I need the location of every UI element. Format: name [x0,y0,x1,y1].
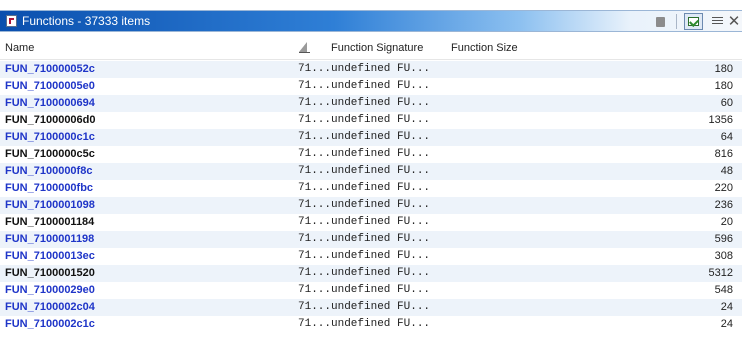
table-row[interactable]: FUN_7100001184 71... undefined FU... 20 [0,214,742,231]
table-row[interactable]: FUN_7100000694 71... undefined FU... 60 [0,95,742,112]
function-size: 308 [714,250,733,262]
function-name[interactable]: FUN_7100000694 [5,97,95,109]
table-row[interactable]: FUN_71000029e0 71... undefined FU... 548 [0,282,742,299]
function-name[interactable]: FUN_7100000c1c [5,131,95,143]
function-name[interactable]: FUN_7100001098 [5,199,95,211]
column-header-signature[interactable]: Function Signature [331,42,423,54]
function-address: 71... [298,165,332,177]
function-address: 71... [298,80,332,92]
function-name[interactable]: FUN_710000052c [5,63,95,75]
window-title: Functions - 37333 items [22,14,151,28]
function-name[interactable]: FUN_71000006d0 [5,114,96,126]
function-signature: undefined FU... [331,114,431,126]
function-size: 596 [714,233,733,245]
title-bar: Functions - 37333 items ✕ [0,10,742,32]
function-name[interactable]: FUN_7100002c1c [5,318,95,330]
function-name[interactable]: FUN_71000005e0 [5,80,95,92]
function-signature: undefined FU... [331,250,431,262]
function-address: 71... [298,199,332,211]
table-row[interactable]: FUN_71000005e0 71... undefined FU... 180 [0,78,742,95]
function-address: 71... [298,284,332,296]
table-row[interactable]: FUN_7100000c1c 71... undefined FU... 64 [0,129,742,146]
function-signature: undefined FU... [331,199,431,211]
function-address: 71... [298,233,332,245]
function-name[interactable]: FUN_7100000f8c [5,165,92,177]
function-size: 20 [720,216,733,228]
functions-table: FUN_710000052c 71... undefined FU... 180… [0,61,742,333]
function-name[interactable]: FUN_7100000c5c [5,148,95,160]
function-address: 71... [298,182,332,194]
top-strip [0,0,742,10]
table-row[interactable]: FUN_710000052c 71... undefined FU... 180 [0,61,742,78]
function-size: 816 [714,148,733,160]
function-signature: undefined FU... [331,216,431,228]
toggle-selection-icon[interactable] [684,13,703,30]
table-row[interactable]: FUN_7100001198 71... undefined FU... 596 [0,231,742,248]
function-size: 48 [720,165,733,177]
function-size: 64 [720,131,733,143]
sort-ascending-icon[interactable] [299,42,311,54]
menu-icon[interactable] [708,13,727,30]
function-size: 24 [720,318,733,330]
function-signature: undefined FU... [331,63,431,75]
toolbar-separator [676,14,677,29]
function-size: 1356 [708,114,733,126]
function-size: 24 [720,301,733,313]
table-row[interactable]: FUN_71000006d0 71... undefined FU... 135… [0,112,742,129]
function-signature: undefined FU... [331,131,431,143]
function-signature: undefined FU... [331,80,431,92]
function-address: 71... [298,63,332,75]
function-address: 71... [298,131,332,143]
functions-window: Functions - 37333 items ✕ Name Function … [0,0,742,338]
table-row[interactable]: FUN_7100000fbc 71... undefined FU... 220 [0,180,742,197]
function-signature: undefined FU... [331,318,431,330]
function-size: 220 [714,182,733,194]
function-signature: undefined FU... [331,97,431,109]
function-name[interactable]: FUN_7100002c04 [5,301,95,313]
table-row[interactable]: FUN_7100001098 71... undefined FU... 236 [0,197,742,214]
function-signature: undefined FU... [331,148,431,160]
function-signature: undefined FU... [331,284,431,296]
function-signature: undefined FU... [331,301,431,313]
function-name[interactable]: FUN_71000029e0 [5,284,95,296]
function-name[interactable]: FUN_7100000fbc [5,182,93,194]
function-address: 71... [298,301,332,313]
function-name[interactable]: FUN_7100001184 [5,216,94,228]
close-icon[interactable]: ✕ [726,13,742,30]
function-address: 71... [298,148,332,160]
function-size: 548 [714,284,733,296]
function-size: 180 [714,80,733,92]
table-row[interactable]: FUN_71000013ec 71... undefined FU... 308 [0,248,742,265]
table-row[interactable]: FUN_7100000f8c 71... undefined FU... 48 [0,163,742,180]
table-row[interactable]: FUN_7100001520 71... undefined FU... 531… [0,265,742,282]
delete-icon[interactable] [652,13,671,30]
function-name[interactable]: FUN_7100001198 [5,233,94,245]
function-size: 60 [720,97,733,109]
table-row[interactable]: FUN_7100002c04 71... undefined FU... 24 [0,299,742,316]
column-header-size[interactable]: Function Size [451,42,518,54]
table-row[interactable]: FUN_7100002c1c 71... undefined FU... 24 [0,316,742,333]
function-size: 180 [714,63,733,75]
function-size: 236 [714,199,733,211]
function-address: 71... [298,267,332,279]
function-signature: undefined FU... [331,165,431,177]
table-header: Name Function Signature Function Size [0,33,742,60]
function-signature: undefined FU... [331,233,431,245]
function-name[interactable]: FUN_71000013ec [5,250,95,262]
function-name[interactable]: FUN_7100001520 [5,267,95,279]
column-header-name[interactable]: Name [5,42,34,54]
table-row[interactable]: FUN_7100000c5c 71... undefined FU... 816 [0,146,742,163]
function-address: 71... [298,250,332,262]
function-signature: undefined FU... [331,182,431,194]
function-size: 5312 [708,267,733,279]
function-address: 71... [298,97,332,109]
function-address: 71... [298,216,332,228]
functions-icon [6,15,17,27]
function-address: 71... [298,114,332,126]
function-address: 71... [298,318,332,330]
function-signature: undefined FU... [331,267,431,279]
